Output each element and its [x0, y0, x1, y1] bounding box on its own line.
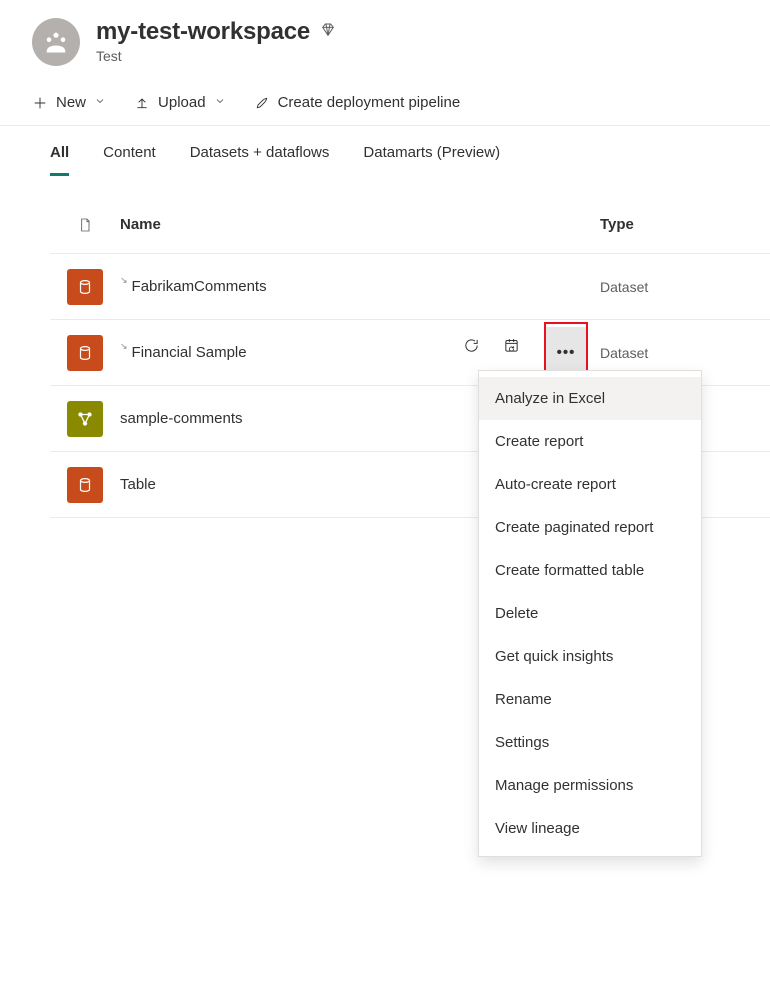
dataset-icon	[67, 335, 103, 371]
refresh-icon	[463, 337, 480, 354]
workspace-title: my-test-workspace	[96, 18, 310, 46]
dataset-icon	[67, 467, 103, 503]
new-button[interactable]: New	[32, 94, 106, 111]
command-bar: New Upload Create deployment pipeline	[0, 76, 770, 126]
tab-content[interactable]: Content	[103, 144, 156, 176]
tab-datasets-dataflows[interactable]: Datasets + dataflows	[190, 144, 330, 176]
menu-create-paginated[interactable]: Create paginated report	[479, 506, 701, 549]
plus-icon	[32, 95, 48, 111]
content-table: Name Type ↘ FabrikamComments Dataset ↘ F…	[0, 176, 770, 518]
menu-manage-permissions[interactable]: Manage permissions	[479, 764, 701, 807]
column-header-name[interactable]: Name	[120, 216, 460, 233]
tabs: All Content Datasets + dataflows Datamar…	[0, 126, 770, 176]
dataflow-icon	[67, 401, 103, 437]
document-icon	[77, 215, 93, 235]
menu-rename[interactable]: Rename	[479, 678, 701, 721]
tab-datamarts[interactable]: Datamarts (Preview)	[363, 144, 500, 176]
calendar-refresh-icon	[503, 337, 520, 354]
premium-diamond-icon	[320, 22, 336, 43]
dataset-icon	[67, 269, 103, 305]
item-name: Financial Sample	[132, 344, 247, 361]
menu-create-report[interactable]: Create report	[479, 420, 701, 463]
menu-analyze-in-excel[interactable]: Analyze in Excel	[479, 377, 701, 420]
column-header-type[interactable]: Type	[600, 216, 770, 233]
chevron-down-icon	[94, 94, 106, 111]
menu-delete[interactable]: Delete	[479, 592, 701, 635]
table-row[interactable]: ↘ FabrikamComments Dataset	[50, 254, 770, 320]
create-pipeline-button[interactable]: Create deployment pipeline	[254, 94, 461, 111]
workspace-avatar	[32, 18, 80, 66]
more-options-menu: Analyze in Excel Create report Auto-crea…	[478, 370, 702, 857]
item-type: Dataset	[600, 345, 770, 361]
new-label: New	[56, 94, 86, 111]
menu-settings[interactable]: Settings	[479, 721, 701, 764]
table-header-row: Name Type	[50, 196, 770, 254]
menu-create-formatted[interactable]: Create formatted table	[479, 549, 701, 592]
people-icon	[42, 28, 70, 56]
chevron-down-icon	[214, 94, 226, 111]
item-name: FabrikamComments	[132, 278, 267, 295]
workspace-subtitle: Test	[96, 48, 336, 64]
ellipsis-icon: •••	[557, 344, 576, 361]
menu-quick-insights[interactable]: Get quick insights	[479, 635, 701, 678]
workspace-header: my-test-workspace Test	[0, 0, 770, 76]
schedule-refresh-button[interactable]	[500, 322, 522, 370]
expand-arrow-icon: ↘	[120, 275, 128, 286]
upload-button[interactable]: Upload	[134, 94, 226, 111]
item-type: Dataset	[600, 279, 770, 295]
upload-icon	[134, 95, 150, 111]
rocket-icon	[254, 95, 270, 111]
tab-all[interactable]: All	[50, 144, 69, 176]
item-name: sample-comments	[120, 410, 243, 427]
column-header-icon[interactable]	[50, 215, 120, 235]
pipeline-label: Create deployment pipeline	[278, 94, 461, 111]
upload-label: Upload	[158, 94, 206, 111]
menu-view-lineage[interactable]: View lineage	[479, 807, 701, 850]
expand-arrow-icon: ↘	[120, 341, 128, 352]
item-name: Table	[120, 476, 156, 493]
menu-auto-create-report[interactable]: Auto-create report	[479, 463, 701, 506]
refresh-button[interactable]	[460, 322, 482, 370]
